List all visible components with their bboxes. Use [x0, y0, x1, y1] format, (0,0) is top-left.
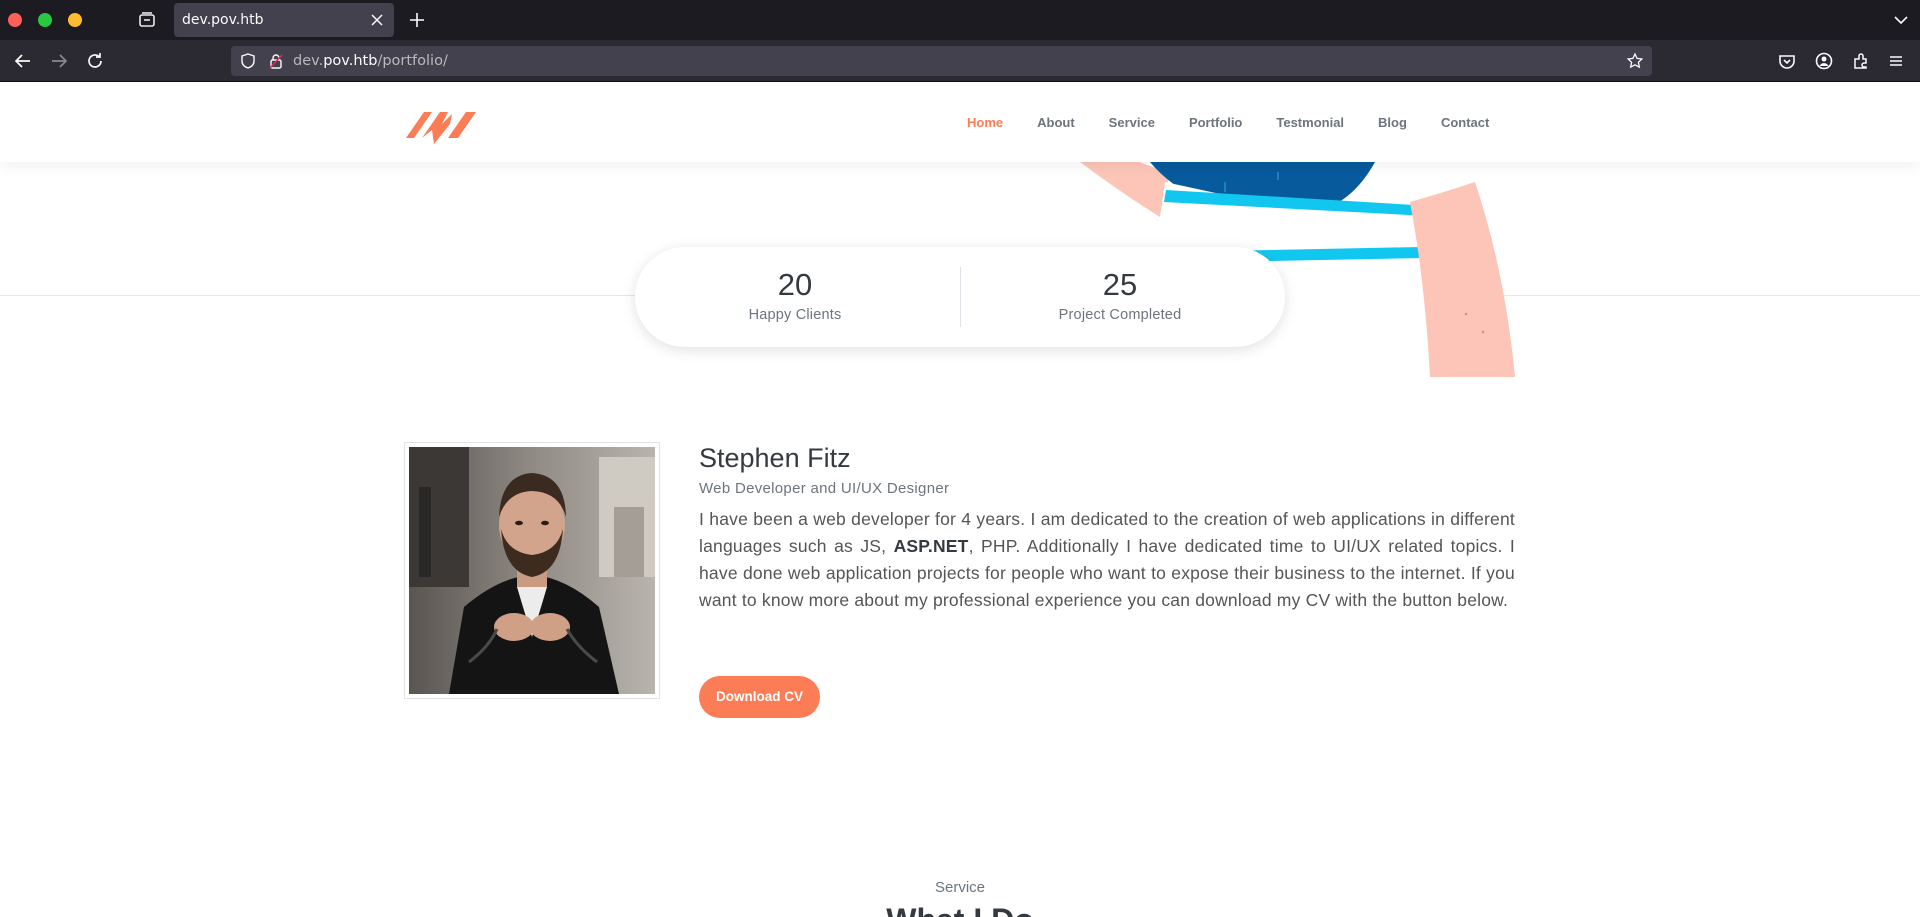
url-host: pov.htb: [323, 53, 378, 69]
list-all-tabs-icon[interactable]: [1890, 9, 1912, 31]
nav-about[interactable]: About: [1037, 115, 1075, 130]
tracking-protection-shield-icon[interactable]: [239, 52, 257, 70]
nav-testmonial[interactable]: Testmonial: [1276, 115, 1344, 130]
browser-tab-bar: dev.pov.htb: [0, 0, 1920, 40]
profile-role: Web Developer and UI/UX Designer: [699, 480, 950, 497]
stat-value: 20: [777, 267, 813, 302]
window-minimize-button[interactable]: [68, 13, 82, 27]
profile-photo: [409, 447, 655, 694]
page-viewport: Home About Service Portfolio Testmonial …: [0, 82, 1920, 917]
stat-projects-completed: 25 Project Completed: [960, 267, 1280, 323]
nav-blog[interactable]: Blog: [1378, 115, 1407, 130]
nav-service[interactable]: Service: [1109, 115, 1155, 130]
url-text: dev.pov.htb/portfolio/: [293, 53, 448, 69]
nav-portfolio[interactable]: Portfolio: [1189, 115, 1242, 130]
url-path: /portfolio/: [377, 53, 448, 69]
download-cv-button[interactable]: Download CV: [699, 676, 820, 718]
account-icon[interactable]: [1813, 50, 1835, 72]
brand-logo[interactable]: [404, 100, 480, 146]
stat-label: Happy Clients: [748, 307, 842, 323]
profile-bio: I have been a web developer for 4 years.…: [699, 506, 1515, 614]
nav-home[interactable]: Home: [967, 115, 1003, 130]
services-title: What I Do: [0, 902, 1920, 917]
stat-value: 25: [1102, 267, 1138, 302]
tab-title: dev.pov.htb: [182, 12, 264, 28]
back-icon[interactable]: [12, 50, 34, 72]
main-nav: Home About Service Portfolio Testmonial …: [950, 82, 1506, 162]
browser-tab[interactable]: dev.pov.htb: [174, 3, 394, 37]
insecure-lock-icon[interactable]: [267, 52, 285, 70]
site-header: Home About Service Portfolio Testmonial …: [0, 82, 1920, 162]
services-kicker: Service: [934, 879, 986, 896]
extensions-icon[interactable]: [1849, 50, 1871, 72]
tab-manager-icon[interactable]: [136, 9, 158, 31]
about-content: Stephen Fitz Web Developer and UI/UX Des…: [699, 442, 1515, 614]
tab-close-icon[interactable]: [368, 11, 386, 29]
window-close-button[interactable]: [8, 13, 22, 27]
bio-text-bold: ASP.NET: [893, 536, 969, 556]
address-bar[interactable]: dev.pov.htb/portfolio/: [231, 46, 1652, 76]
bookmark-star-icon[interactable]: [1626, 52, 1644, 70]
stat-label: Project Completed: [1058, 307, 1182, 323]
nav-contact[interactable]: Contact: [1441, 115, 1489, 130]
pocket-icon[interactable]: [1776, 50, 1798, 72]
url-prefix: dev.: [293, 53, 324, 69]
reload-icon[interactable]: [84, 50, 106, 72]
window-maximize-button[interactable]: [38, 13, 52, 27]
menu-hamburger-icon[interactable]: [1885, 50, 1907, 72]
browser-nav-bar: dev.pov.htb/portfolio/: [0, 40, 1920, 82]
profile-name: Stephen Fitz: [699, 443, 851, 473]
new-tab-icon[interactable]: [406, 9, 428, 31]
stats-card: 20 Happy Clients 25 Project Completed: [635, 247, 1285, 347]
stat-happy-clients: 20 Happy Clients: [635, 267, 955, 323]
profile-photo-frame: [404, 442, 660, 699]
forward-icon[interactable]: [48, 50, 70, 72]
